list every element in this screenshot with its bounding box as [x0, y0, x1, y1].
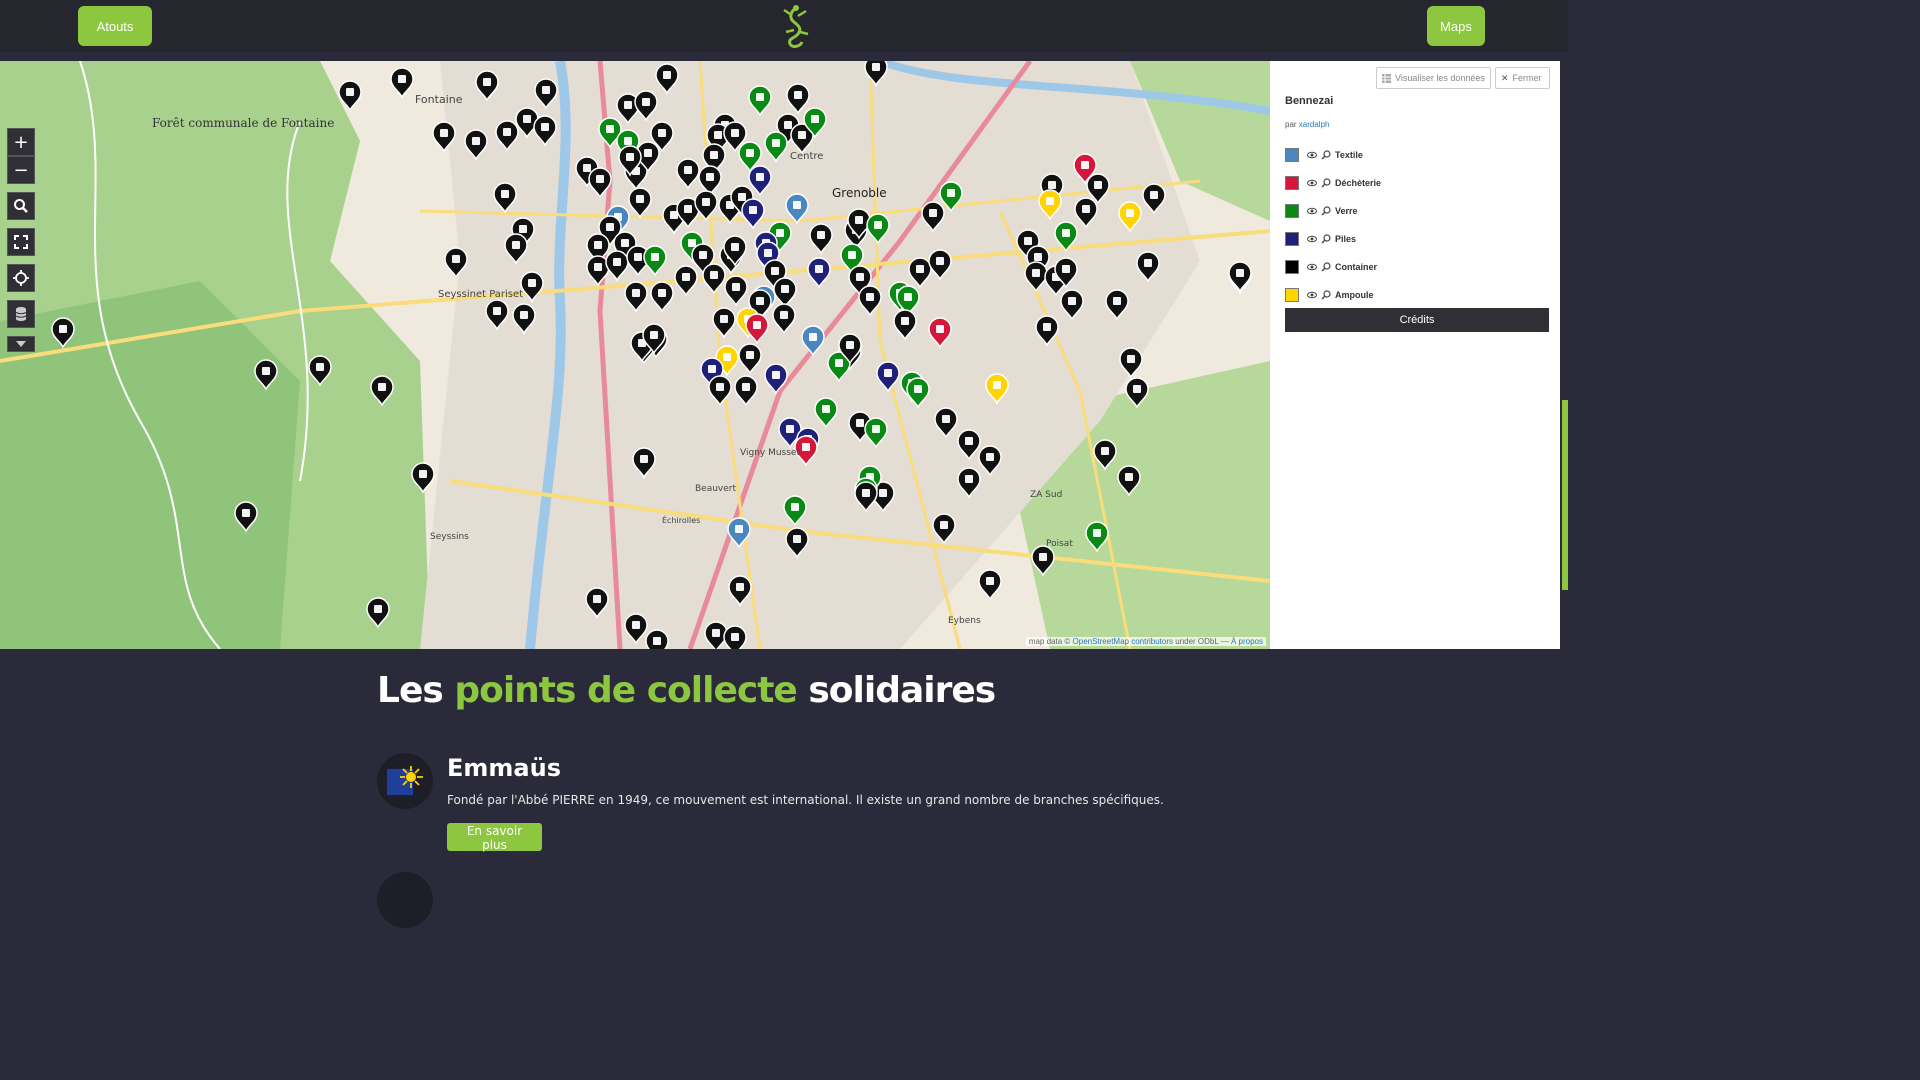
section-title: Les points de collecte solidaires	[377, 670, 996, 711]
map-label: ZA Sud	[1030, 490, 1062, 500]
map-label: Vigny Musset	[740, 448, 800, 458]
layer-legend: Textile Déchèterie Verre Piles Container	[1285, 141, 1555, 309]
map-label: Fontaine	[415, 93, 463, 106]
map-marker-pin[interactable]	[723, 625, 747, 649]
map-attribution: map data © OpenStreetMap contributors un…	[1025, 637, 1266, 646]
eye-icon[interactable]	[1307, 206, 1317, 216]
eye-icon[interactable]	[1307, 150, 1317, 160]
caret-down-icon[interactable]	[7, 336, 35, 352]
search-icon[interactable]	[7, 192, 35, 220]
map-tiles[interactable]: Forêt communale de Fontaine Fontaine Gre…	[0, 61, 1270, 649]
map-label: Poisat	[1046, 539, 1073, 549]
layer-label: Piles	[1335, 234, 1357, 244]
gecko-logo-icon[interactable]	[776, 4, 816, 50]
close-button[interactable]: ✕ Fermer	[1495, 67, 1550, 89]
map-label: Forêt communale de Fontaine	[152, 116, 334, 130]
map-label: Seyssinet Pariset	[438, 289, 523, 300]
view-data-button[interactable]: Visualiser les données	[1376, 67, 1491, 89]
organization-description: Fondé par l'Abbé PIERRE en 1949, ce mouv…	[447, 793, 1164, 807]
close-label: Fermer	[1512, 73, 1542, 83]
map-canvas[interactable]: Forêt communale de Fontaine Fontaine Gre…	[0, 61, 1270, 649]
layer-label: Container	[1335, 262, 1378, 272]
map-label: Eybens	[948, 616, 981, 626]
layer-label: Verre	[1335, 206, 1358, 216]
layer-row-textile[interactable]: Textile	[1285, 141, 1555, 169]
eye-icon[interactable]	[1307, 234, 1317, 244]
top-navbar: Atouts Maps	[0, 0, 1568, 52]
zoom-to-layer-icon[interactable]	[1321, 150, 1331, 160]
next-organization-logo	[377, 872, 433, 928]
eye-icon[interactable]	[1307, 290, 1317, 300]
layer-row-decheterie[interactable]: Déchèterie	[1285, 169, 1555, 197]
layer-label: Ampoule	[1335, 290, 1374, 300]
title-start: Les	[377, 670, 455, 711]
map-controls: + −	[7, 128, 35, 352]
layer-swatch	[1285, 232, 1299, 246]
title-end: solidaires	[796, 670, 996, 711]
organization-name: Emmaüs	[447, 754, 561, 782]
zoom-out-button[interactable]: −	[7, 156, 35, 184]
osm-link[interactable]: OpenStreetMap contributors	[1073, 637, 1174, 646]
scrollbar-thumb[interactable]	[1562, 400, 1568, 590]
layer-swatch	[1285, 148, 1299, 162]
view-data-label: Visualiser les données	[1395, 73, 1485, 83]
fullscreen-icon[interactable]	[7, 228, 35, 256]
layer-row-ampoule[interactable]: Ampoule	[1285, 281, 1555, 309]
eye-icon[interactable]	[1307, 178, 1317, 188]
map-label: Beauvert	[695, 484, 736, 494]
author-prefix: par	[1285, 120, 1299, 129]
layer-row-verre[interactable]: Verre	[1285, 197, 1555, 225]
zoom-to-layer-icon[interactable]	[1321, 178, 1331, 188]
map-label: Seyssins	[430, 532, 469, 542]
author-link[interactable]: xardalph	[1299, 120, 1330, 129]
layer-label: Textile	[1335, 150, 1363, 160]
zoom-to-layer-icon[interactable]	[1321, 262, 1331, 272]
layer-row-container[interactable]: Container	[1285, 253, 1555, 281]
layer-label: Déchèterie	[1335, 178, 1382, 188]
layer-swatch	[1285, 176, 1299, 190]
attribution-middle: under ODbL —	[1173, 637, 1231, 646]
zoom-to-layer-icon[interactable]	[1321, 234, 1331, 244]
about-link[interactable]: À propos	[1231, 637, 1263, 646]
map-label: Échirolles	[662, 514, 700, 525]
table-icon	[1382, 73, 1391, 83]
eye-icon[interactable]	[1307, 262, 1317, 272]
layer-row-piles[interactable]: Piles	[1285, 225, 1555, 253]
map-label: Centre	[790, 151, 823, 162]
map-label: Grenoble	[832, 186, 887, 200]
layer-swatch	[1285, 204, 1299, 218]
layers-icon[interactable]	[7, 300, 35, 328]
zoom-to-layer-icon[interactable]	[1321, 206, 1331, 216]
attribution-prefix: map data ©	[1028, 637, 1073, 646]
close-icon: ✕	[1501, 72, 1509, 83]
layer-swatch	[1285, 260, 1299, 274]
zoom-to-layer-icon[interactable]	[1321, 290, 1331, 300]
title-accent: points de collecte	[454, 670, 797, 711]
emmaus-logo	[377, 753, 433, 809]
map-marker-pin[interactable]	[645, 629, 669, 649]
learn-more-button[interactable]: En savoir plus	[447, 823, 542, 852]
atouts-button[interactable]: Atouts	[78, 6, 152, 46]
credits-button[interactable]: Crédits	[1285, 308, 1549, 332]
zoom-in-button[interactable]: +	[7, 128, 35, 156]
map-title: Bennezai	[1285, 95, 1334, 107]
author-line: par xardalph	[1285, 120, 1329, 129]
locate-icon[interactable]	[7, 264, 35, 292]
maps-button[interactable]: Maps	[1427, 6, 1485, 46]
layer-swatch	[1285, 288, 1299, 302]
map-side-panel: Visualiser les données ✕ Fermer Bennezai…	[1270, 61, 1560, 649]
